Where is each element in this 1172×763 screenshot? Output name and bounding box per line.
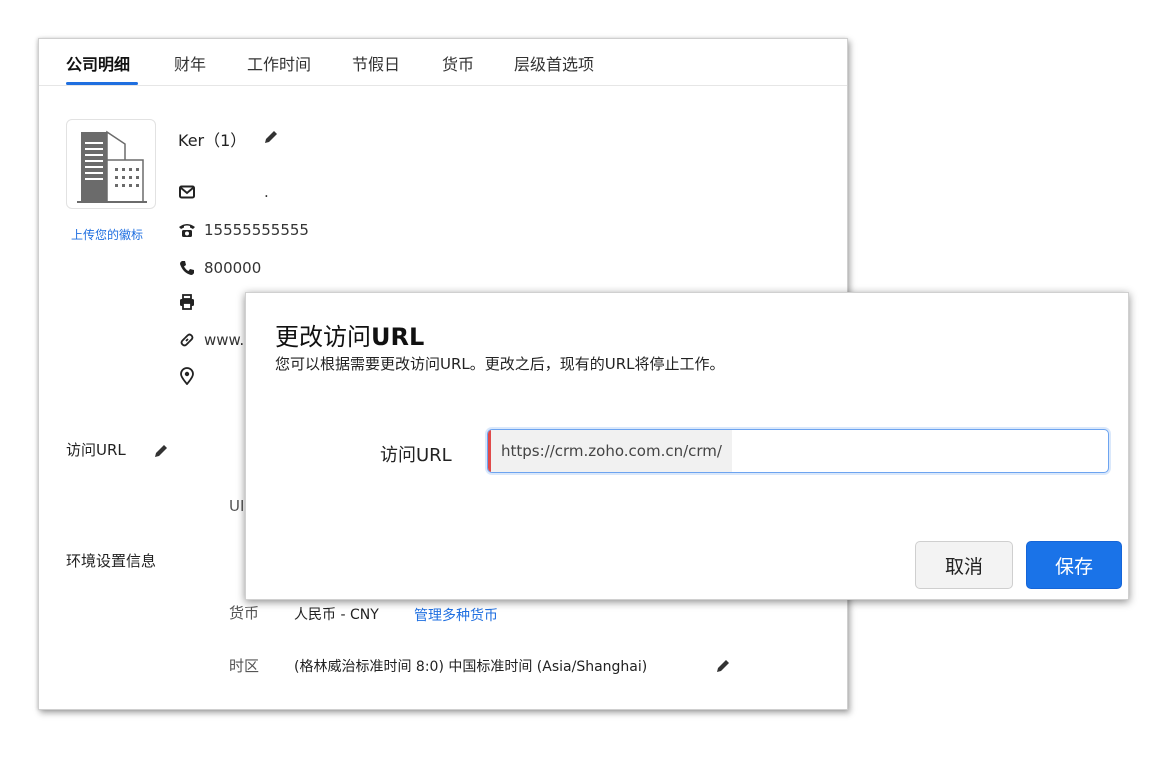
company-logo[interactable] [66, 119, 156, 209]
access-url-field-label: 访问URL [380, 445, 452, 466]
mobile-value: 800000 [204, 259, 262, 277]
email-row: . [178, 183, 269, 201]
website-row: www.l [178, 331, 248, 349]
phone-row: 15555555555 [178, 221, 309, 239]
phone-icon [178, 221, 196, 239]
mobile-row: 800000 [178, 259, 261, 277]
cancel-button[interactable]: 取消 [915, 541, 1013, 589]
fax-row [178, 293, 204, 311]
timezone-label: 时区 [229, 657, 260, 675]
access-url-input-wrapper[interactable]: https://crm.zoho.com.cn/crm/ [487, 429, 1109, 473]
location-icon [178, 367, 196, 385]
mail-icon [178, 183, 196, 201]
url-field-label: UI [229, 497, 245, 515]
tab-company-details[interactable]: 公司明细 [66, 51, 130, 75]
mobile-icon [178, 259, 196, 277]
dialog-title-prefix: 更改访问 [275, 323, 371, 351]
url-prefix: https://crm.zoho.com.cn/crm/ [491, 430, 732, 472]
fax-icon [178, 293, 196, 311]
link-icon [178, 331, 196, 349]
address-row [178, 367, 204, 385]
website-value[interactable]: www.l [204, 331, 248, 349]
change-access-url-dialog: 更改访问URL 您可以根据需要更改访问URL。更改之后，现有的URL将停止工作。… [245, 292, 1129, 600]
active-tab-indicator [66, 82, 138, 85]
currency-label: 货币 [229, 604, 260, 622]
email-value: . [264, 183, 269, 201]
company-name: Ker（1） [178, 131, 247, 150]
dialog-subtitle: 您可以根据需要更改访问URL。更改之后，现有的URL将停止工作。 [275, 355, 725, 373]
edit-pencil-icon[interactable] [153, 443, 169, 459]
upload-logo-link[interactable]: 上传您的徽标 [71, 226, 143, 243]
settings-tabs: 公司明细 财年 工作时间 节假日 货币 层级首选项 [39, 39, 847, 86]
dialog-title-bold: URL [371, 323, 425, 351]
tab-business-hours[interactable]: 工作时间 [247, 51, 311, 75]
dialog-title: 更改访问URL [275, 317, 424, 352]
edit-pencil-icon[interactable] [263, 129, 279, 145]
currency-value: 人民币 - CNY [294, 607, 379, 623]
manage-currency-link[interactable]: 管理多种货币 [414, 605, 498, 625]
access-url-title: 访问URL [66, 441, 126, 459]
environment-title: 环境设置信息 [66, 552, 157, 570]
save-button[interactable]: 保存 [1026, 541, 1122, 589]
tab-currency[interactable]: 货币 [442, 51, 474, 75]
building-icon [77, 130, 147, 203]
tab-holidays[interactable]: 节假日 [352, 51, 400, 75]
tab-fiscal-year[interactable]: 财年 [174, 51, 206, 75]
access-url-input[interactable] [728, 430, 1102, 472]
timezone-value: (格林威治标准时间 8:0) 中国标准时间 (Asia/Shanghai) [294, 659, 648, 675]
edit-pencil-icon[interactable] [715, 658, 731, 674]
phone-value: 15555555555 [204, 221, 309, 239]
tab-hierarchy-preferences[interactable]: 层级首选项 [514, 51, 594, 75]
